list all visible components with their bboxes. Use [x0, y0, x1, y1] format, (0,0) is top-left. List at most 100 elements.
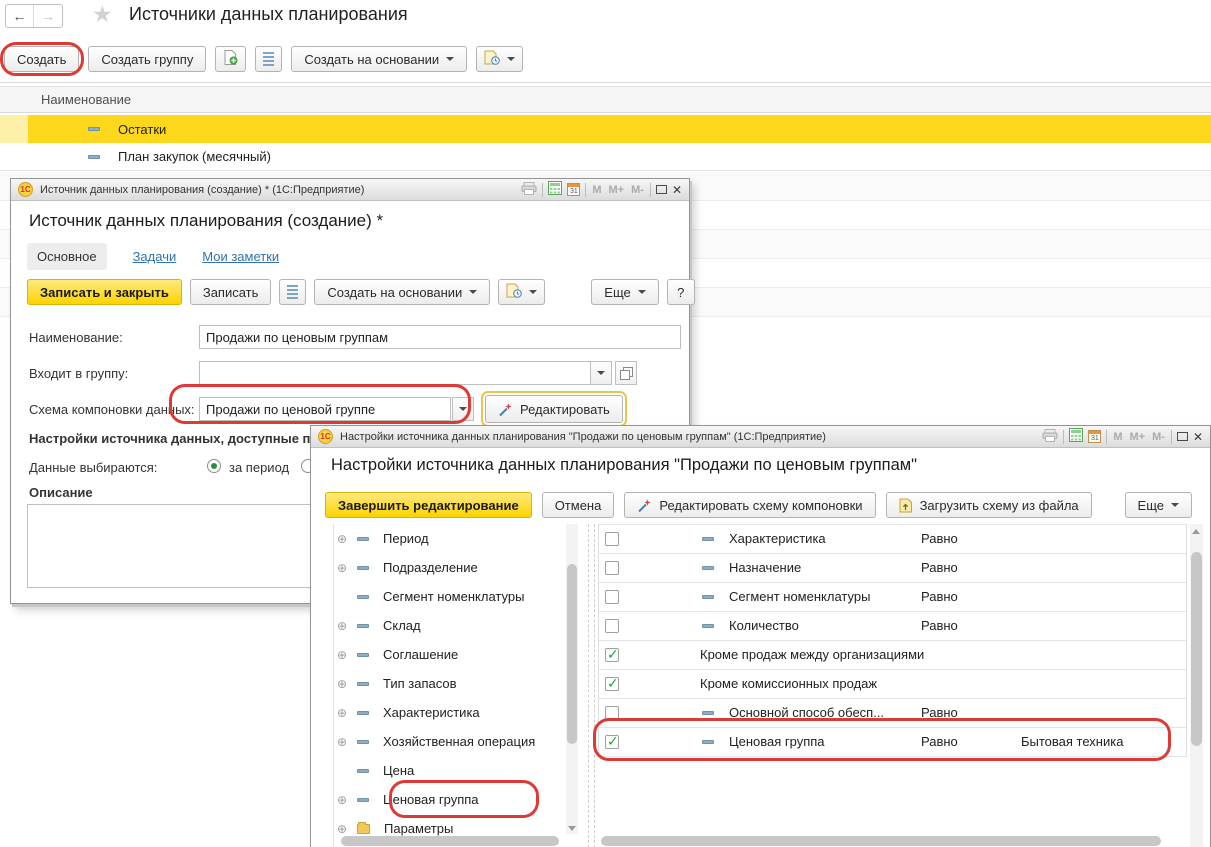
- tab-my-notes[interactable]: Мои заметки: [202, 249, 279, 264]
- conditions-hscroll-thumb[interactable]: [601, 836, 1161, 846]
- more-button[interactable]: Еще: [1125, 492, 1192, 518]
- memory-m-button[interactable]: M: [1112, 431, 1123, 443]
- memory-m-minus-button[interactable]: M-: [630, 184, 645, 196]
- printer-icon[interactable]: [1042, 429, 1058, 445]
- document-history-icon-button[interactable]: [498, 279, 545, 305]
- save-and-close-button[interactable]: Записать и закрыть: [27, 279, 182, 305]
- load-schema-from-file-button[interactable]: Загрузить схему из файла: [886, 492, 1092, 518]
- condition-checkbox[interactable]: [605, 706, 619, 720]
- panel-splitter[interactable]: [594, 524, 595, 847]
- dialog2-titlebar[interactable]: 1С Настройки источника данных планирован…: [311, 426, 1210, 448]
- maximize-icon[interactable]: [656, 185, 667, 194]
- condition-checkbox[interactable]: [605, 590, 619, 604]
- expand-icon[interactable]: [335, 648, 349, 662]
- tree-item[interactable]: Цена: [335, 756, 575, 785]
- condition-checkbox[interactable]: [605, 677, 619, 691]
- memory-m-button[interactable]: M: [591, 184, 602, 196]
- group-field[interactable]: [199, 361, 591, 385]
- finish-editing-button[interactable]: Завершить редактирование: [325, 492, 532, 518]
- condition-row[interactable]: Сегмент номенклатуры Равно: [599, 583, 1186, 612]
- expand-icon[interactable]: [335, 561, 349, 575]
- create-based-on-button[interactable]: Создать на основании: [314, 279, 490, 305]
- schema-dropdown-button[interactable]: [452, 397, 474, 421]
- more-button[interactable]: Еще: [591, 279, 658, 305]
- schema-field[interactable]: [199, 397, 451, 421]
- condition-row[interactable]: Характеристика Равно: [599, 525, 1186, 554]
- create-based-on-button[interactable]: Создать на основании: [291, 46, 467, 72]
- condition-checkbox[interactable]: [605, 561, 619, 575]
- condition-row[interactable]: Кроме комиссионных продаж: [599, 670, 1186, 699]
- separator: [585, 183, 586, 197]
- list-view-icon-button[interactable]: [255, 46, 282, 72]
- group-open-button[interactable]: [615, 361, 637, 385]
- attribute-dash-icon: [702, 566, 714, 570]
- expand-icon[interactable]: [335, 735, 349, 749]
- expand-icon[interactable]: [335, 677, 349, 691]
- tree-item[interactable]: Соглашение: [335, 640, 575, 669]
- close-icon[interactable]: [1193, 430, 1203, 444]
- calendar-icon[interactable]: 31: [1088, 430, 1101, 443]
- panel-splitter[interactable]: [588, 524, 589, 847]
- table-row[interactable]: Остатки: [0, 115, 1211, 143]
- document-history-icon-button[interactable]: [476, 46, 523, 72]
- condition-row-price-group[interactable]: Ценовая группа Равно Бытовая техника: [599, 728, 1186, 757]
- calendar-icon[interactable]: 31: [567, 183, 580, 196]
- condition-row[interactable]: Назначение Равно: [599, 554, 1186, 583]
- create-group-button[interactable]: Создать группу: [88, 46, 206, 72]
- expand-icon[interactable]: [335, 822, 349, 836]
- tree-item[interactable]: Хозяйственная операция: [335, 727, 575, 756]
- tree-item[interactable]: Сегмент номенклатуры: [335, 582, 575, 611]
- calculator-icon[interactable]: [1069, 428, 1083, 445]
- calculator-icon[interactable]: [548, 181, 562, 198]
- tree-item[interactable]: Тип запасов: [335, 669, 575, 698]
- expand-icon[interactable]: [335, 532, 349, 546]
- tree-item[interactable]: Характеристика: [335, 698, 575, 727]
- table-header[interactable]: Наименование: [0, 86, 1211, 113]
- group-dropdown-button[interactable]: [590, 361, 612, 385]
- favorite-star-icon[interactable]: [92, 1, 113, 28]
- memory-m-plus-button[interactable]: M+: [608, 184, 626, 196]
- conditions-vscroll-thumb[interactable]: [1191, 552, 1202, 746]
- condition-row[interactable]: Кроме продаж между организациями: [599, 641, 1186, 670]
- close-icon[interactable]: [672, 183, 682, 197]
- dialog1-titlebar[interactable]: 1С Источник данных планирования (создани…: [11, 179, 689, 201]
- edit-schema-button[interactable]: Редактировать: [485, 395, 623, 423]
- create-button[interactable]: Создать: [4, 46, 79, 72]
- cancel-button[interactable]: Отмена: [542, 492, 615, 518]
- conditions-vscroll-up-arrow[interactable]: [1190, 525, 1202, 537]
- tree-hscroll-thumb[interactable]: [341, 836, 559, 846]
- condition-row[interactable]: Основной способ обесп... Равно: [599, 699, 1186, 728]
- memory-m-plus-button[interactable]: M+: [1129, 431, 1147, 443]
- edit-composition-schema-button[interactable]: Редактировать схему компоновки: [624, 492, 875, 518]
- forward-button[interactable]: [34, 5, 62, 27]
- tree-vscroll-down-arrow[interactable]: [566, 822, 578, 834]
- expand-icon[interactable]: [335, 706, 349, 720]
- condition-checkbox[interactable]: [605, 648, 619, 662]
- memory-m-minus-button[interactable]: M-: [1151, 431, 1166, 443]
- tree-item-price-group[interactable]: Ценовая группа: [335, 785, 575, 814]
- name-field[interactable]: [199, 325, 681, 349]
- new-item-icon-button[interactable]: [215, 46, 246, 72]
- tree-item[interactable]: Подразделение: [335, 553, 575, 582]
- back-button[interactable]: [6, 5, 34, 27]
- calendar-day: 31: [568, 187, 579, 195]
- tree-item[interactable]: Склад: [335, 611, 575, 640]
- tree-item[interactable]: Период: [335, 524, 575, 553]
- table-row[interactable]: План закупок (месячный): [0, 143, 1211, 171]
- maximize-icon[interactable]: [1177, 432, 1188, 441]
- condition-row[interactable]: Количество Равно: [599, 612, 1186, 641]
- condition-checkbox[interactable]: [605, 532, 619, 546]
- history-nav-group: [5, 4, 63, 28]
- tab-tasks[interactable]: Задачи: [133, 249, 177, 264]
- expand-icon[interactable]: [335, 793, 349, 807]
- tab-main[interactable]: Основное: [27, 243, 107, 270]
- condition-checkbox[interactable]: [605, 735, 619, 749]
- tree-vscroll-thumb[interactable]: [567, 564, 577, 744]
- printer-icon[interactable]: [521, 182, 537, 198]
- condition-checkbox[interactable]: [605, 619, 619, 633]
- radio-for-period[interactable]: [207, 459, 221, 473]
- save-button[interactable]: Записать: [190, 279, 272, 305]
- list-view-icon-button[interactable]: [279, 279, 306, 305]
- expand-icon[interactable]: [335, 619, 349, 633]
- help-button[interactable]: ?: [667, 279, 695, 305]
